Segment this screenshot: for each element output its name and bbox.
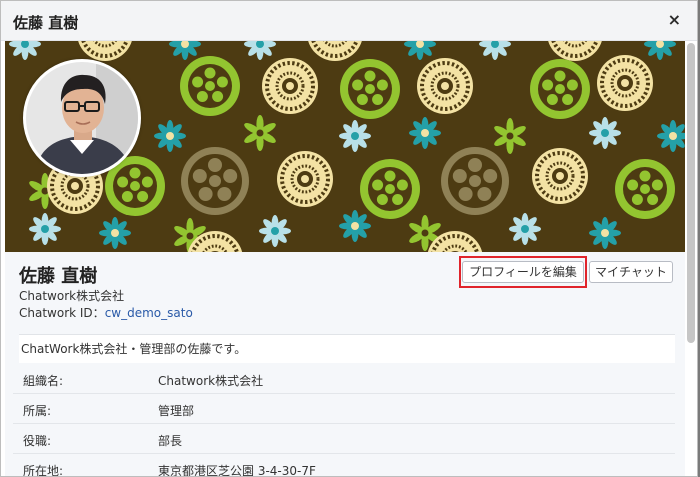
profile-content: 佐藤 直樹 Chatwork株式会社 Chatwork ID：cw_demo_s…: [5, 252, 685, 477]
edit-profile-button[interactable]: プロフィールを編集: [462, 261, 584, 283]
detail-value: Chatwork株式会社: [158, 374, 264, 388]
profile-company: Chatwork株式会社: [19, 289, 125, 303]
scrollbar[interactable]: [687, 43, 695, 343]
detail-value: 部長: [158, 434, 183, 448]
profile-dialog: 佐藤 直樹 × 佐藤 直樹 Chatwork株式会社 Chatwork ID：c…: [0, 0, 698, 477]
profile-bio: ChatWork株式会社・管理部の佐藤です。: [19, 334, 675, 363]
close-icon[interactable]: ×: [668, 11, 681, 29]
detail-label: 所属:: [23, 404, 52, 418]
detail-row-title: 役職: 部長: [13, 424, 675, 454]
dialog-titlebar: 佐藤 直樹 ×: [1, 1, 697, 41]
detail-row-department: 所属: 管理部: [13, 394, 675, 424]
detail-row-organization: 組織名: Chatwork株式会社: [13, 364, 675, 394]
my-chat-button[interactable]: マイチャット: [589, 261, 673, 283]
detail-label: 組織名:: [23, 374, 64, 388]
detail-label: 役職:: [23, 434, 52, 448]
chatwork-id: Chatwork ID：cw_demo_sato: [19, 304, 193, 321]
detail-value: 東京都港区芝公園 3-4-30-7F: [158, 464, 316, 477]
chatwork-id-label: Chatwork ID：: [19, 306, 105, 320]
detail-label: 所在地:: [23, 464, 64, 477]
detail-value: 管理部: [158, 404, 195, 418]
dialog-title: 佐藤 直樹: [13, 14, 79, 32]
person-photo-icon: [26, 62, 138, 174]
profile-details: 組織名: Chatwork株式会社 所属: 管理部 役職: 部長 所在地: 東京…: [13, 364, 675, 477]
detail-row-address: 所在地: 東京都港区芝公園 3-4-30-7F: [13, 454, 675, 477]
chatwork-id-value[interactable]: cw_demo_sato: [105, 306, 193, 320]
profile-name: 佐藤 直樹: [19, 266, 98, 287]
avatar[interactable]: [23, 59, 141, 177]
